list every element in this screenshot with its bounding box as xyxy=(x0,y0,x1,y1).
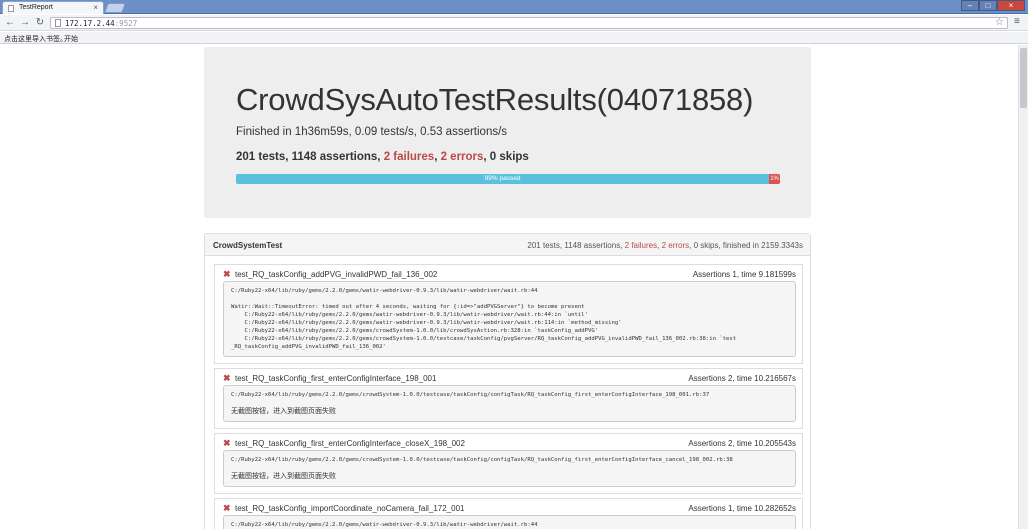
url-port: :9527 xyxy=(114,19,138,28)
fail-x-icon: ✖ xyxy=(223,438,231,448)
page-scrollbar[interactable] xyxy=(1018,45,1028,529)
test-name: test_RQ_taskConfig_addPVG_invalidPWD_fai… xyxy=(235,270,438,279)
test-meta: Assertions 2, time 10.216567s xyxy=(688,374,796,383)
browser-titlebar: TestReport × – □ × xyxy=(0,0,1028,14)
progress-bar: 99% passed 1% xyxy=(236,174,780,184)
test-log: C:/Ruby22-x64/lib/ruby/gems/2.2.0/gems/c… xyxy=(223,385,796,422)
maximize-button[interactable]: □ xyxy=(979,0,997,11)
test-name: test_RQ_taskConfig_importCoordinate_noCa… xyxy=(235,504,465,513)
report-header: CrowdSysAutoTestResults(04071858) Finish… xyxy=(204,47,811,218)
bookmark-start[interactable]: 开始 xyxy=(64,34,78,44)
minimize-button[interactable]: – xyxy=(961,0,979,11)
test-log: C:/Ruby22-x64/lib/ruby/gems/2.2.0/gems/w… xyxy=(223,515,796,529)
stats-counts: 201 tests, 1148 assertions, xyxy=(236,151,384,163)
tab-title: TestReport xyxy=(19,4,53,11)
test-name: test_RQ_taskConfig_first_enterConfigInte… xyxy=(235,374,437,383)
test-log: C:/Ruby22-x64/lib/ruby/gems/2.2.0/gems/w… xyxy=(223,281,796,357)
page-icon xyxy=(8,5,14,12)
menu-icon[interactable]: ≡ xyxy=(1014,17,1024,27)
bookmark-import[interactable]: 点击这里导入书签。 xyxy=(4,34,67,44)
list-item: ✖ test_RQ_taskConfig_first_enterConfigIn… xyxy=(214,433,803,494)
suite-summary: 201 tests, 1148 assertions, 2 failures , … xyxy=(527,241,803,250)
test-meta: Assertions 1, time 10.282652s xyxy=(688,504,796,513)
test-list: ✖ test_RQ_taskConfig_addPVG_invalidPWD_f… xyxy=(214,264,803,529)
test-log-note: 无截图按钮，进入到截图页面失败 xyxy=(231,407,336,415)
test-log-note: 无截图按钮，进入到截图页面失败 xyxy=(231,472,336,480)
suite-header: CrowdSystemTest 201 tests, 1148 assertio… xyxy=(205,234,810,256)
page-title: CrowdSysAutoTestResults(04071858) xyxy=(236,82,754,117)
test-log: C:/Ruby22-x64/lib/ruby/gems/2.2.0/gems/c… xyxy=(223,450,796,487)
suite-panel: CrowdSystemTest 201 tests, 1148 assertio… xyxy=(204,233,811,529)
fail-x-icon: ✖ xyxy=(223,503,231,513)
test-meta: Assertions 1, time 9.181599s xyxy=(692,270,796,279)
stats-failures: 2 failures xyxy=(383,151,435,163)
list-item: ✖ test_RQ_taskConfig_first_enterConfigIn… xyxy=(214,368,803,429)
page-viewport: CrowdSysAutoTestResults(04071858) Finish… xyxy=(0,45,1018,529)
suite-name: CrowdSystemTest xyxy=(213,241,283,250)
test-log-path: C:/Ruby22-x64/lib/ruby/gems/2.2.0/gems/c… xyxy=(231,457,733,463)
window-controls: – □ × xyxy=(961,0,1025,11)
scrollbar-thumb[interactable] xyxy=(1020,48,1027,108)
browser-tab[interactable]: TestReport × xyxy=(2,1,104,14)
progress-passed: 99% passed xyxy=(236,174,770,184)
stats-tail: , 0 skips xyxy=(483,151,529,163)
close-window-button[interactable]: × xyxy=(997,0,1025,11)
list-item: ✖ test_RQ_taskConfig_importCoordinate_no… xyxy=(214,498,803,529)
suite-summary-tail: , 0 skips, finished in 2159.3343s xyxy=(689,241,803,250)
test-meta: Assertions 2, time 10.205543s xyxy=(688,439,796,448)
fail-x-icon: ✖ xyxy=(223,269,231,279)
test-stats: 201 tests, 1148 assertions, 2 failures , … xyxy=(236,151,529,163)
bookmark-star-icon[interactable]: ☆ xyxy=(995,17,1004,28)
progress-failed: 1% xyxy=(769,174,780,184)
new-tab-button[interactable] xyxy=(104,3,126,13)
address-bar[interactable]: 172.17.2.44:9527 ☆ xyxy=(50,17,1008,29)
test-name: test_RQ_taskConfig_first_enterConfigInte… xyxy=(235,439,465,448)
forward-icon[interactable]: → xyxy=(19,16,31,29)
suite-summary-head: 201 tests, 1148 assertions, xyxy=(527,241,625,250)
fail-x-icon: ✖ xyxy=(223,373,231,383)
list-item: ✖ test_RQ_taskConfig_addPVG_invalidPWD_f… xyxy=(214,264,803,364)
url-host: 172.17.2.44 xyxy=(65,19,115,28)
suite-summary-failures: 2 failures xyxy=(624,241,658,250)
back-icon[interactable]: ← xyxy=(4,16,16,29)
close-icon[interactable]: × xyxy=(93,3,98,12)
browser-toolbar: ← → ↻ 172.17.2.44:9527 ☆ ≡ xyxy=(0,15,1028,31)
reload-icon[interactable]: ↻ xyxy=(34,16,46,29)
stats-errors: 2 errors xyxy=(440,151,484,163)
bookmarks-bar: 点击这里导入书签。 开始 xyxy=(0,32,1028,44)
page-icon xyxy=(55,19,61,27)
finished-summary: Finished in 1h36m59s, 0.09 tests/s, 0.53… xyxy=(236,126,508,138)
suite-summary-errors: 2 errors xyxy=(661,241,690,250)
test-log-path: C:/Ruby22-x64/lib/ruby/gems/2.2.0/gems/c… xyxy=(231,392,710,398)
